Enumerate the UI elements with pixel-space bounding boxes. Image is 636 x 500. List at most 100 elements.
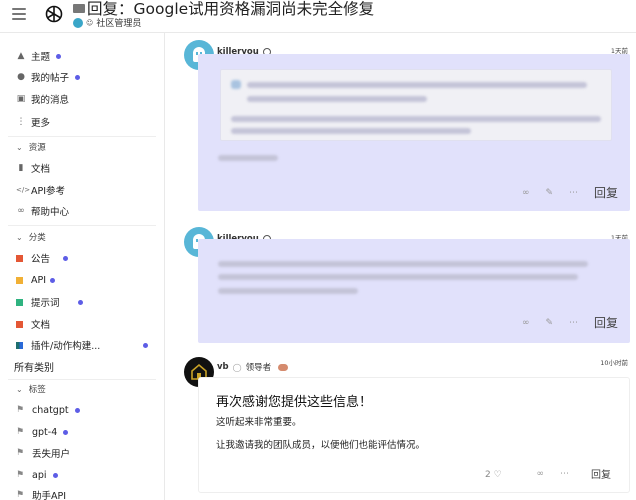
sidebar-item-docs[interactable]: ▮ 文档 [16, 160, 51, 176]
sidebar-item-more[interactable]: ⋮ 更多 [16, 114, 51, 130]
unread-dot [52, 472, 58, 478]
redacted-text [218, 261, 588, 267]
hamburger-menu-icon[interactable] [12, 8, 26, 20]
shield-icon: ◯ [232, 362, 242, 372]
username: vb [217, 362, 229, 372]
sidebar-item-my-posts[interactable]: ● 我的帖子 [16, 69, 81, 85]
post-actions: ∞ ✎ ⋯ 回复 [522, 314, 618, 331]
sidebar-tag-lost-users[interactable]: ⚑ 丢失用户 [16, 445, 70, 461]
sidebar-category-prompts[interactable]: 提示词 [16, 294, 83, 310]
book-icon: ▮ [18, 163, 24, 173]
top-header: 回复：Google试用资格漏洞尚未完全修复 ☺ 社区管理员 [0, 0, 636, 33]
section-heading: 资源 [28, 143, 46, 153]
post-body: 再次感谢您提供这些信息！ 这听起来非常重要。 让我邀请我的团队成员，以便他们也能… [198, 377, 630, 493]
sidebar-category-announcements[interactable]: 公告 [16, 250, 69, 266]
category-color-square [16, 298, 23, 306]
post: vb ◯ 领导者 10小时前 再次感谢您提供这些信息！ 这听起来非常重要。 让我… [184, 357, 632, 497]
tag-icon: ⚑ [16, 405, 25, 415]
like-count[interactable]: 2 ♡ [485, 470, 502, 480]
quoted-content-redacted [220, 69, 612, 141]
sidebar-item-label: 主题 [31, 52, 51, 63]
post: killeryou 1天前 ∞ ✎ ⋯ 回复 [184, 40, 632, 212]
post-body: ∞ ✎ ⋯ 回复 [198, 54, 630, 211]
chevron-down-icon: ⌄ [16, 384, 23, 394]
sidebar-item-label: 公告 [31, 254, 51, 265]
unread-dot [77, 299, 83, 305]
sidebar-item-api-reference[interactable]: </> API参考 [16, 182, 65, 198]
categories-section-toggle[interactable]: ⌄ 分类 [16, 231, 46, 244]
sidebar-item-label: 我的消息 [31, 95, 70, 106]
sidebar-tag-api[interactable]: ⚑ api [16, 467, 58, 483]
user-role: 领导者 [245, 363, 272, 373]
sidebar-item-label: API参考 [31, 186, 66, 197]
envelope-icon [73, 4, 85, 13]
sidebar-item-label: 所有类别 [14, 362, 54, 374]
chevron-down-icon: ⌄ [16, 232, 23, 242]
sidebar-item-label: 帮助中心 [31, 207, 70, 218]
sidebar-category-api[interactable]: API [16, 272, 56, 288]
post-actions: ∞ ✎ ⋯ 回复 [522, 184, 618, 201]
sidebar-item-help-center[interactable]: ∞ 帮助中心 [16, 203, 69, 219]
more-horizontal-icon[interactable]: ⋯ [569, 318, 578, 328]
inbox-icon: ▣ [16, 94, 26, 104]
openai-logo-icon[interactable] [44, 4, 64, 24]
sidebar-item-label: 更多 [31, 118, 51, 129]
code-icon: </> [16, 186, 31, 194]
heart-icon: ♡ [493, 470, 502, 480]
all-categories-link[interactable]: 所有类别 [14, 358, 54, 374]
sidebar-tag-assistants-api[interactable]: ⚑ 助手API [16, 487, 66, 500]
post-time[interactable]: 10小时前 [600, 357, 628, 367]
reply-button[interactable]: 回复 [594, 314, 618, 331]
more-horizontal-icon[interactable]: ⋯ [560, 469, 569, 479]
tag-icon: ⚑ [16, 490, 25, 500]
link-icon[interactable]: ∞ [522, 318, 530, 328]
user-icon: ● [17, 72, 25, 82]
sidebar-tag-gpt-4[interactable]: ⚑ gpt-4 [16, 424, 69, 440]
sidebar-item-label: gpt-4 [32, 426, 58, 438]
unread-dot [143, 342, 148, 348]
redacted-text [218, 274, 578, 280]
sidebar-item-topics[interactable]: ▲ 主题 [16, 48, 62, 64]
sidebar-item-label: 文档 [31, 164, 51, 175]
reply-button[interactable]: 回复 [591, 466, 611, 481]
unread-dot [75, 74, 81, 80]
sidebar-tag-chatgpt[interactable]: ⚑ chatgpt [16, 402, 80, 418]
post-author[interactable]: vb ◯ 领导者 [217, 361, 289, 373]
divider [8, 136, 156, 137]
post-paragraph: 这听起来非常重要。 [216, 417, 302, 428]
redacted-text [247, 96, 427, 102]
post: killeryou 1天前 ∞ ✎ ⋯ 回复 [184, 227, 632, 344]
link-icon[interactable]: ∞ [537, 469, 545, 479]
tags-section-toggle[interactable]: ⌄ 标签 [16, 383, 46, 396]
stack-icon: ▲ [17, 51, 25, 61]
sidebar-category-docs[interactable]: 文档 [16, 316, 50, 332]
redacted-text [231, 116, 601, 122]
users-icon: ☺ [86, 18, 94, 27]
sidebar-category-plugins[interactable]: 插件/动作构建... [16, 337, 156, 353]
edit-icon[interactable]: ✎ [545, 318, 553, 328]
redacted-text [218, 288, 358, 294]
unread-dot [50, 277, 56, 283]
redacted-text [231, 128, 471, 134]
sidebar-item-label: 提示词 [31, 298, 60, 309]
redacted-text [247, 82, 587, 88]
reply-button[interactable]: 回复 [594, 184, 618, 201]
redacted-text [231, 80, 241, 89]
unread-dot [56, 53, 62, 59]
sidebar-item-label: 我的帖子 [31, 73, 70, 84]
link-icon: ∞ [17, 206, 25, 216]
category-color-square [16, 320, 23, 328]
sidebar-item-label: 插件/动作构建... [31, 341, 101, 352]
post-heading: 再次感谢您提供这些信息！ [216, 395, 373, 410]
edit-icon[interactable]: ✎ [545, 188, 553, 198]
chevron-down-icon: ⌄ [16, 142, 23, 152]
topic-category[interactable]: ☺ 社区管理员 [73, 16, 141, 29]
resources-section-toggle[interactable]: ⌄ 资源 [16, 141, 46, 154]
unread-dot [63, 255, 69, 261]
link-icon[interactable]: ∞ [522, 188, 530, 198]
more-horizontal-icon[interactable]: ⋯ [569, 188, 578, 198]
sidebar-item-label: chatgpt [32, 404, 69, 416]
sidebar-item-label: 助手API [32, 491, 67, 500]
sidebar-item-messages[interactable]: ▣ 我的消息 [16, 91, 69, 107]
divider [8, 225, 156, 226]
